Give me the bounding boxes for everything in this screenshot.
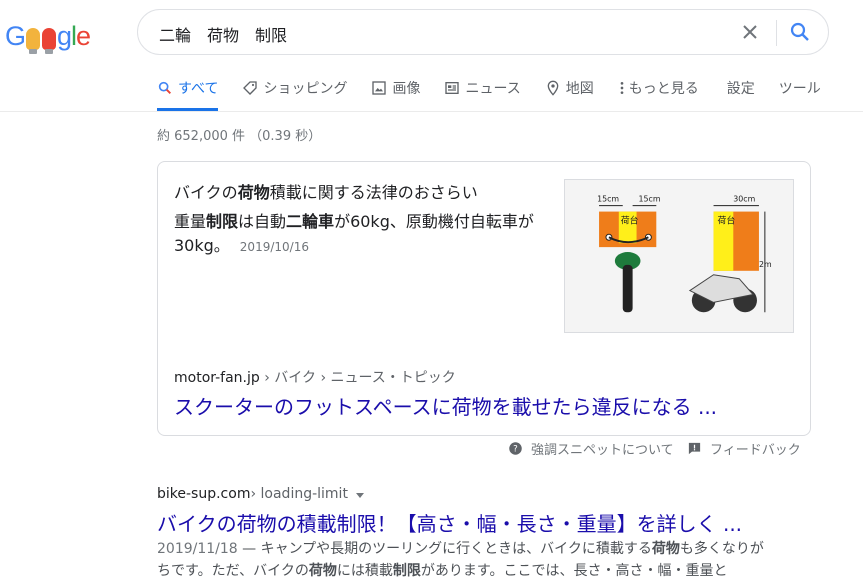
- snippet-body: 重量制限は自動二輪車が60kg、原動機付自転車が30kg。 2019/10/16: [174, 212, 534, 255]
- tab-label: もっと見る: [628, 81, 699, 97]
- tab-tools[interactable]: ツール: [779, 78, 821, 111]
- snippet-title: バイクの荷物積載に関する法律のおさらい: [174, 183, 478, 202]
- snippet-image[interactable]: 15cm 15cm 荷台 30cm 荷台 2m: [564, 179, 794, 333]
- svg-text:荷台: 荷台: [717, 214, 735, 226]
- logo-letter-g: G: [5, 21, 26, 51]
- feedback-icon: [688, 442, 701, 455]
- result-snippet: 2019/11/18 — キャンプや長期のツーリングに行くときは、バイクに積載す…: [157, 541, 764, 579]
- news-icon: [445, 82, 460, 94]
- more-vert-icon: [620, 82, 624, 94]
- tab-label: 地図: [565, 81, 594, 97]
- map-pin-icon: [547, 80, 559, 96]
- tab-images[interactable]: 画像: [371, 78, 420, 111]
- cargo-label: 荷台: [621, 214, 639, 226]
- snippet-link[interactable]: スクーターのフットスペースに荷物を載せたら違反になる ...: [174, 391, 717, 420]
- search-box[interactable]: 二輪 荷物 制限: [137, 9, 829, 55]
- tab-label: ニュース: [465, 81, 521, 97]
- tab-label: ショッピング: [263, 81, 348, 97]
- search-tabs: すべて ショッピング 画像 ニュース 地図 もっと見る 設定 ツール: [157, 78, 845, 111]
- tab-shopping[interactable]: ショッピング: [242, 78, 347, 111]
- logo-letter-e: e: [76, 21, 91, 51]
- clear-icon[interactable]: [738, 20, 762, 44]
- tab-maps[interactable]: 地図: [545, 78, 594, 111]
- search-divider: [776, 20, 777, 46]
- logo-letter-g2: g: [57, 21, 72, 51]
- search-input[interactable]: 二輪 荷物 制限: [159, 22, 287, 46]
- about-snippet-link[interactable]: ? 強調スニペットについて: [508, 439, 674, 458]
- tab-more[interactable]: もっと見る: [618, 78, 699, 111]
- tab-settings[interactable]: 設定: [727, 78, 755, 111]
- tab-label: すべて: [178, 81, 219, 97]
- google-logo[interactable]: G g l e: [5, 14, 91, 54]
- result-cite[interactable]: bike-sup.com › loading-limit: [157, 486, 364, 502]
- logo-bulb-yellow: [42, 28, 57, 54]
- svg-text:?: ?: [513, 445, 518, 455]
- chevron-down-icon[interactable]: [355, 492, 364, 498]
- image-icon: [372, 81, 387, 95]
- help-icon: ?: [509, 442, 522, 455]
- height-label: 2m: [759, 260, 772, 269]
- tab-news[interactable]: ニュース: [444, 78, 521, 111]
- search-icon[interactable]: [788, 20, 812, 44]
- feedback-link[interactable]: フィードバック: [687, 439, 801, 458]
- tag-icon: [243, 81, 258, 95]
- header-divider: [0, 111, 863, 112]
- width-label-left: 15cm: [597, 195, 619, 204]
- depth-label: 30cm: [733, 195, 755, 204]
- snippet-date: 2019/10/16: [239, 240, 309, 254]
- featured-snippet: バイクの荷物積載に関する法律のおさらい 重量制限は自動二輪車が60kg、原動機付…: [157, 161, 811, 436]
- search-icon: [158, 81, 171, 94]
- tab-label: 設定: [726, 81, 755, 97]
- snippet-cite[interactable]: motor-fan.jp › バイク › ニュース・トピック: [174, 367, 456, 387]
- result-title-link[interactable]: バイクの荷物の積載制限！【高さ・幅・長さ・重量】を詳しく ...: [157, 508, 742, 537]
- logo-bulb-red: [26, 28, 41, 54]
- tab-label: 画像: [392, 81, 421, 97]
- tab-all[interactable]: すべて: [157, 78, 219, 111]
- result-stats: 約 652,000 件 （0.39 秒）: [157, 129, 322, 144]
- tab-label: ツール: [778, 81, 821, 97]
- width-label-right: 15cm: [639, 195, 661, 204]
